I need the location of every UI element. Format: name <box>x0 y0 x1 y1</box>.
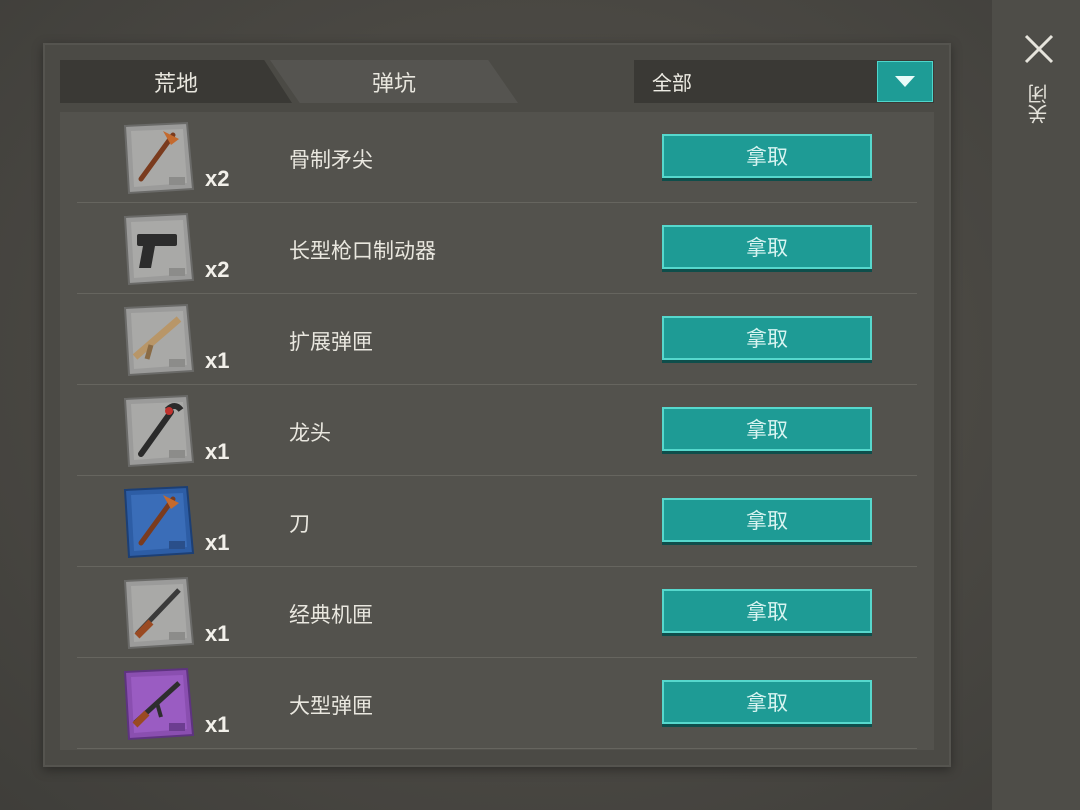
item-name: 骨制矛尖 <box>289 148 373 172</box>
item-quantity: x1 <box>205 439 230 464</box>
take-button-label: 拿取 <box>746 327 788 351</box>
item-name: 经典机匣 <box>289 603 373 627</box>
take-button-label: 拿取 <box>746 418 788 442</box>
item-name: 扩展弹匣 <box>289 330 373 354</box>
list-item: x1 大型弹匣 拿取 <box>77 658 917 749</box>
tab-wasteland-label: 荒地 <box>153 71 198 97</box>
item-name: 龙头 <box>289 421 331 445</box>
take-button-label: 拿取 <box>746 236 788 260</box>
take-button[interactable]: 拿取 <box>662 407 872 451</box>
item-name: 长型枪口制动器 <box>289 239 436 263</box>
item-quantity: x1 <box>205 712 230 737</box>
take-button[interactable]: 拿取 <box>662 498 872 542</box>
list-item: x1 经典机匣 拿取 <box>77 567 917 658</box>
item-quantity: x2 <box>205 257 230 282</box>
item-quantity: x1 <box>205 621 230 646</box>
item-name: 大型弹匣 <box>289 694 373 718</box>
shotgun-icon <box>123 576 195 650</box>
tab-crater-label: 弹坑 <box>371 71 416 97</box>
take-button-label: 拿取 <box>746 145 788 169</box>
pickaxe-icon <box>123 485 195 559</box>
item-quantity: x1 <box>205 348 230 373</box>
take-button-label: 拿取 <box>746 691 788 715</box>
list-item: x2 长型枪口制动器 拿取 <box>77 203 917 294</box>
tab-crater[interactable]: 弹坑 <box>270 60 518 103</box>
list-item: x1 扩展弹匣 拿取 <box>77 294 917 385</box>
take-button-label: 拿取 <box>746 600 788 624</box>
item-quantity: x1 <box>205 530 230 555</box>
item-list: x2 骨制矛尖 拿取 x2 长型枪口制动器 拿取 x1 扩展弹匣 拿取 x1 龙… <box>60 112 934 750</box>
crowbar-icon <box>123 394 195 468</box>
filter-toggle-button[interactable] <box>877 61 933 102</box>
take-button-label: 拿取 <box>746 509 788 533</box>
item-quantity: x2 <box>205 166 230 191</box>
rifle-icon <box>123 303 195 377</box>
list-item: x1 龙头 拿取 <box>77 385 917 476</box>
take-button[interactable]: 拿取 <box>662 316 872 360</box>
close-label[interactable]: 关闭 <box>1027 84 1052 124</box>
take-button[interactable]: 拿取 <box>662 589 872 633</box>
list-item: x1 刀 拿取 <box>77 476 917 567</box>
take-button[interactable]: 拿取 <box>662 134 872 178</box>
item-name: 刀 <box>289 512 310 536</box>
close-icon[interactable] <box>1022 32 1056 66</box>
tab-wasteland[interactable]: 荒地 <box>60 60 292 103</box>
list-item: x2 骨制矛尖 拿取 <box>77 112 917 203</box>
take-button[interactable]: 拿取 <box>662 225 872 269</box>
filter-selected-label: 全部 <box>652 71 692 95</box>
pistol-icon <box>123 212 195 286</box>
assault-rifle-icon <box>123 667 195 741</box>
chevron-down-icon <box>895 75 915 87</box>
pickaxe-icon <box>123 121 195 195</box>
filter-dropdown[interactable]: 全部 <box>634 60 934 103</box>
take-button[interactable]: 拿取 <box>662 680 872 724</box>
